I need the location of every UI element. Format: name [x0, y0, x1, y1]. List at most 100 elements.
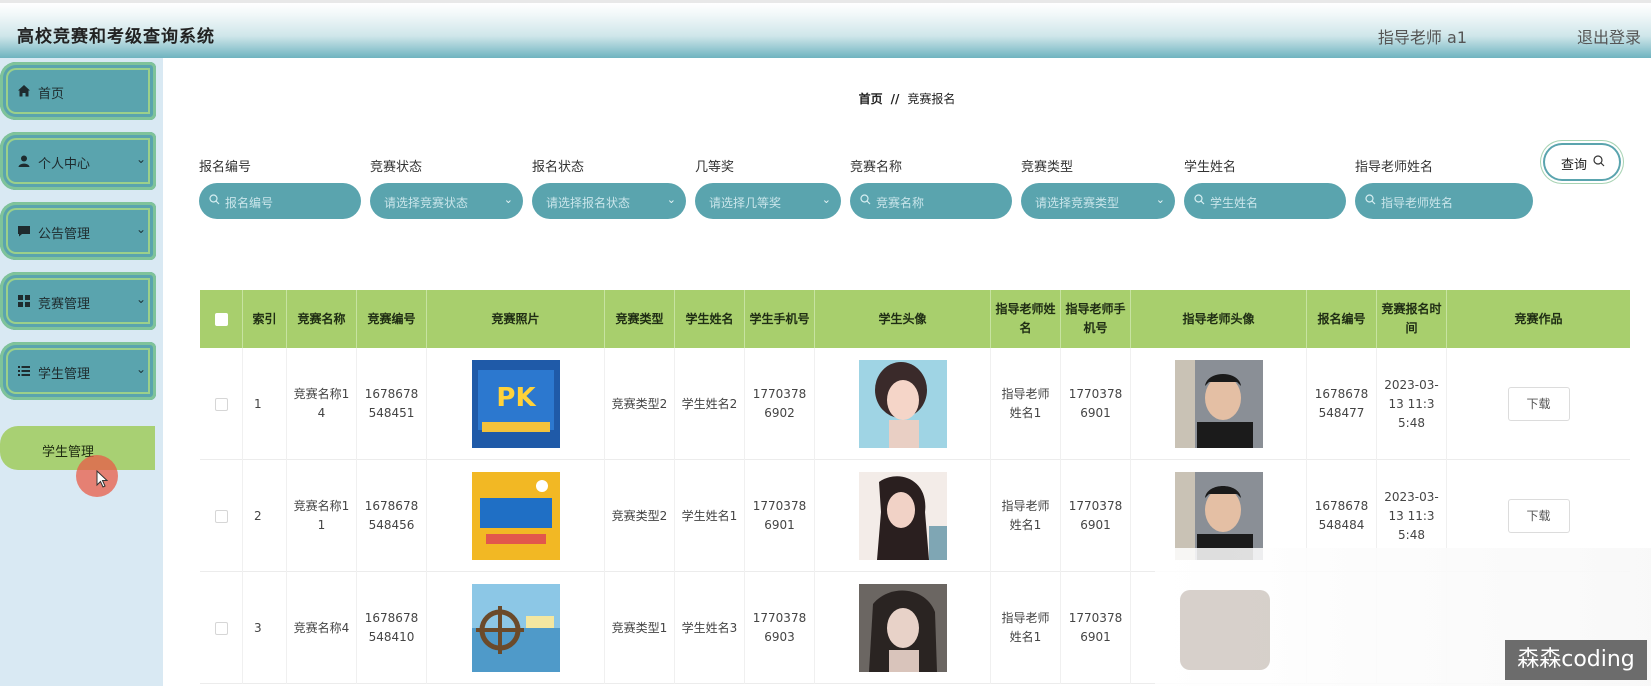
cell-student-name: 学生姓名3	[675, 572, 745, 684]
chevron-down-icon: ⌄	[135, 362, 146, 376]
sidebar-item-student[interactable]: 学生管理 ⌄	[0, 342, 156, 400]
sidebar-item-label: 个人中心	[38, 157, 91, 172]
home-icon	[18, 85, 30, 97]
header-cell: 指导老师头像	[1131, 290, 1307, 348]
cell-student-avatar	[815, 348, 991, 460]
chat-icon	[18, 226, 30, 237]
competition-photo-image[interactable]	[471, 584, 560, 672]
query-button[interactable]: 查询	[1545, 145, 1619, 179]
cell-competition-photo: PK	[427, 348, 605, 460]
mouse-cursor-icon	[96, 470, 108, 488]
breadcrumb-home[interactable]: 首页	[859, 92, 883, 106]
competition-name-input[interactable]: 竞赛名称	[850, 183, 1012, 219]
breadcrumb-current: 竞赛报名	[907, 92, 956, 106]
competition-photo-image[interactable]	[471, 472, 560, 560]
cell-student-phone: 17703786901	[745, 460, 815, 572]
table-header: 索引 竞赛名称 竞赛编号 竞赛照片 竞赛类型 学生姓名 学生手机号 学生头像 指…	[200, 290, 1630, 348]
app-title: 高校竞赛和考级查询系统	[17, 27, 215, 47]
filter-competition-status: 竞赛状态 请选择竞赛状态 ⌄	[370, 156, 523, 219]
registration-status-select[interactable]: 请选择报名状态 ⌄	[532, 183, 686, 219]
sidebar-item-home[interactable]: 首页	[0, 62, 156, 120]
filter-label: 指导老师姓名	[1355, 160, 1434, 175]
row-checkbox[interactable]	[214, 509, 228, 523]
search-icon	[1593, 155, 1605, 167]
row-select[interactable]	[200, 572, 243, 684]
select-placeholder: 请选择报名状态	[546, 196, 631, 210]
cell-competition-photo	[427, 460, 605, 572]
sidebar-item-notice[interactable]: 公告管理 ⌄	[0, 202, 156, 260]
input-placeholder: 竞赛名称	[876, 196, 925, 210]
prize-level-select[interactable]: 请选择几等奖 ⌄	[695, 183, 841, 219]
teacher-name-input[interactable]: 指导老师姓名	[1355, 183, 1533, 219]
cell-competition-name: 竞赛名称4	[287, 572, 357, 684]
input-placeholder: 指导老师姓名	[1381, 196, 1454, 210]
row-checkbox[interactable]	[214, 621, 228, 635]
select-placeholder: 请选择几等奖	[709, 196, 782, 210]
cell-teacher-avatar	[1131, 348, 1307, 460]
download-button[interactable]: 下载	[1507, 499, 1570, 533]
cell-student-phone: 17703786902	[745, 348, 815, 460]
cell-student-name: 学生姓名1	[675, 460, 745, 572]
header-cell: 索引	[243, 290, 287, 348]
sidebar-item-personal-center[interactable]: 个人中心 ⌄	[0, 132, 156, 190]
header-cell: 竞赛类型	[605, 290, 675, 348]
chevron-down-icon: ⌄	[135, 152, 146, 166]
cell-competition-name: 竞赛名称11	[287, 460, 357, 572]
select-all-checkbox[interactable]	[214, 312, 228, 326]
header-cell: 竞赛作品	[1514, 311, 1563, 326]
student-name-input[interactable]: 学生姓名	[1184, 183, 1346, 219]
filter-label: 竞赛状态	[370, 160, 423, 175]
cell-student-phone: 17703786903	[745, 572, 815, 684]
search-icon	[1365, 194, 1376, 208]
grid-icon	[18, 295, 30, 307]
cell-registration-time: 2023-03-13 11:35:48	[1377, 348, 1447, 460]
cell-student-avatar	[815, 572, 991, 684]
current-user[interactable]: 指导老师 a1	[1378, 24, 1467, 48]
student-avatar-image[interactable]	[858, 360, 947, 448]
competition-status-select[interactable]: 请选择竞赛状态 ⌄	[370, 183, 523, 219]
header-cell: 学生姓名	[675, 290, 745, 348]
cell-teacher-phone: 17703786901	[1061, 572, 1131, 684]
chevron-down-icon: ⌄	[135, 292, 146, 306]
row-checkbox[interactable]	[214, 397, 228, 411]
header-cell: 竞赛编号	[357, 290, 427, 348]
watermark: 森森coding	[1505, 640, 1647, 680]
download-button[interactable]: 下载	[1507, 387, 1570, 421]
cell-student-avatar	[815, 460, 991, 572]
sidebar-item-competition[interactable]: 竞赛管理 ⌄	[0, 272, 156, 330]
student-avatar-image[interactable]	[858, 472, 947, 560]
competition-type-select[interactable]: 请选择竞赛类型 ⌄	[1021, 183, 1175, 219]
logout-link[interactable]: 退出登录	[1577, 24, 1641, 48]
header-select-all[interactable]	[200, 290, 243, 348]
filter-student-name: 学生姓名 学生姓名	[1184, 156, 1346, 219]
sidebar-item-label: 学生管理	[38, 367, 91, 382]
select-placeholder: 请选择竞赛类型	[1035, 196, 1120, 210]
search-icon	[860, 194, 871, 208]
filter-registration-status: 报名状态 请选择报名状态 ⌄	[532, 156, 686, 219]
cell-index: 3	[243, 572, 287, 684]
student-avatar-image[interactable]	[858, 584, 947, 672]
search-icon	[209, 194, 220, 208]
sidebar-item-label: 竞赛管理	[38, 297, 91, 312]
chevron-down-icon: ⌄	[503, 193, 513, 206]
sidebar-subitem-student-management[interactable]: 学生管理	[0, 426, 155, 470]
reg-code-input[interactable]: 报名编号	[199, 183, 361, 219]
cell-teacher-name: 指导老师姓名1	[991, 460, 1061, 572]
query-button-label: 查询	[1561, 158, 1588, 173]
filter-label: 竞赛类型	[1021, 160, 1074, 175]
header-cell: 指导老师姓名	[991, 290, 1061, 348]
sidebar-item-label: 首页	[38, 87, 65, 102]
cell-competition-name: 竞赛名称14	[287, 348, 357, 460]
cell-competition-code: 1678678548451	[357, 348, 427, 460]
competition-photo-image[interactable]: PK	[471, 360, 560, 448]
cell-student-name: 学生姓名2	[675, 348, 745, 460]
teacher-avatar-image[interactable]	[1174, 360, 1263, 448]
header-cell: 竞赛照片	[427, 290, 605, 348]
cell-work: 下载	[1447, 348, 1630, 460]
cell-teacher-name: 指导老师姓名1	[991, 572, 1061, 684]
teacher-avatar-image[interactable]	[1174, 472, 1263, 560]
chevron-down-icon: ⌄	[135, 222, 146, 236]
row-select[interactable]	[200, 460, 243, 572]
top-header: 高校竞赛和考级查询系统 指导老师 a1 退出登录	[0, 0, 1651, 58]
row-select[interactable]	[200, 348, 243, 460]
